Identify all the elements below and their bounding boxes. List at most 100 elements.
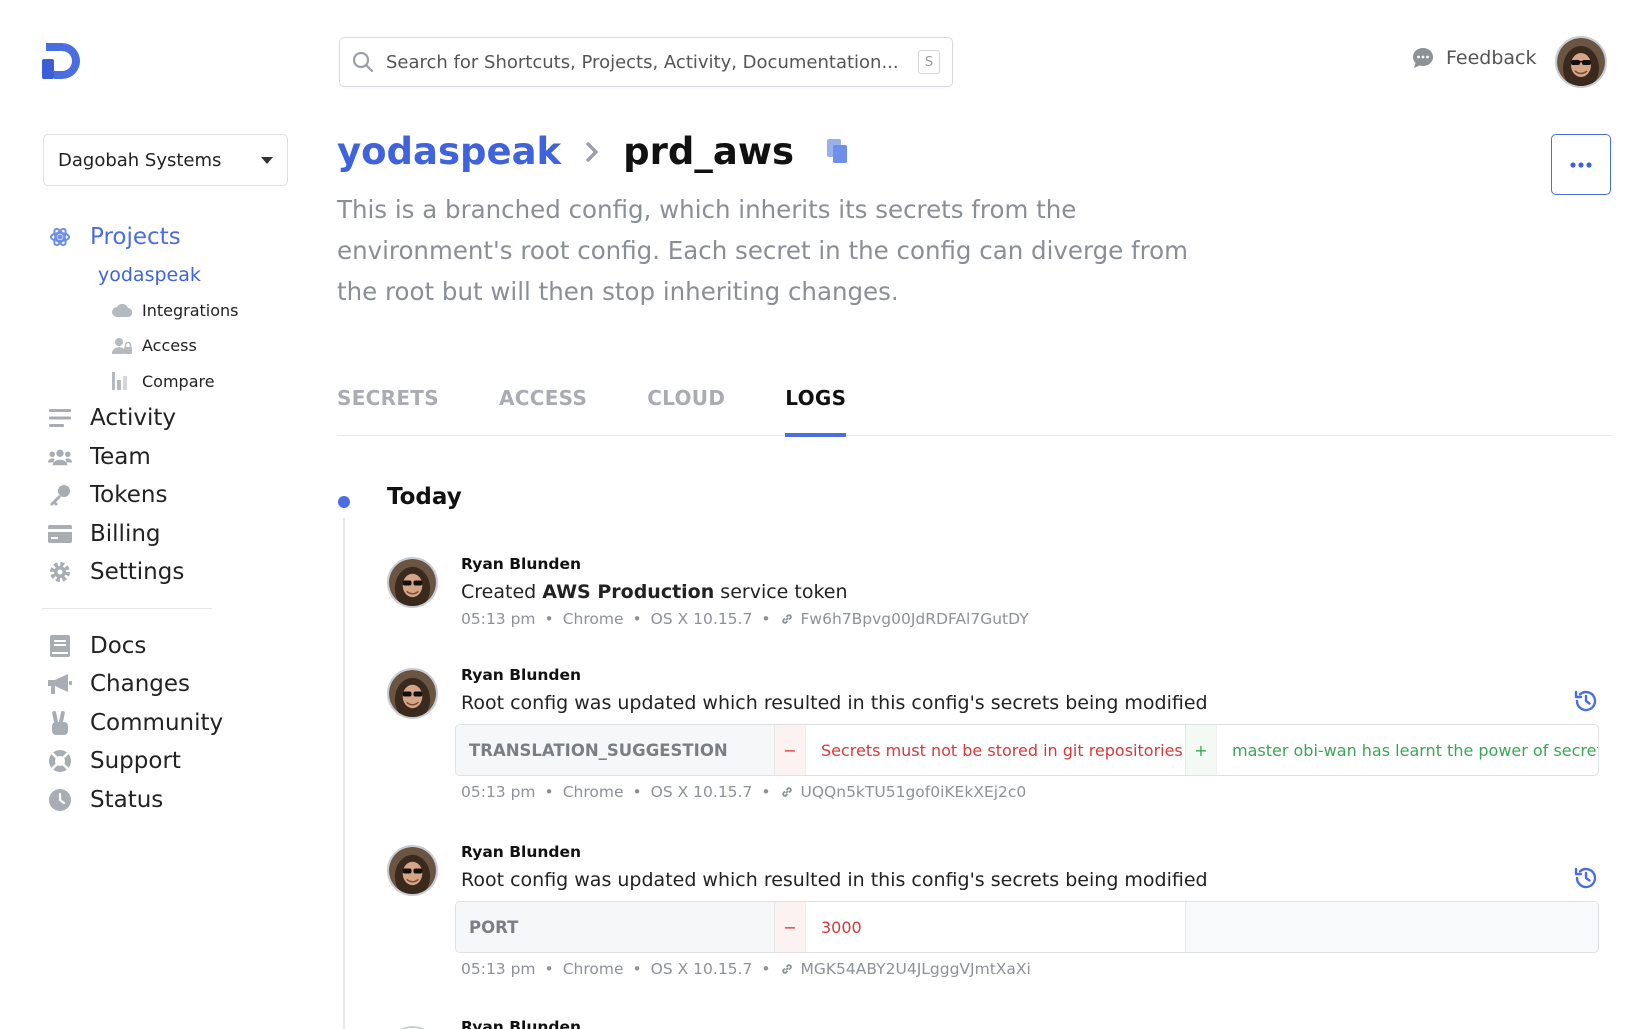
sidebar-item-label: Settings [90,559,185,586]
log-entry: Ryan Blunden Created AWS Production serv… [387,555,1611,635]
sidebar-item-status[interactable]: Status [48,781,308,820]
cloud-icon [112,301,132,319]
user-avatar[interactable] [1555,36,1607,88]
old-value: 3000 [806,902,1186,952]
avatar [387,845,438,896]
workplace-select[interactable]: Dagobah Systems [43,134,288,186]
log-os: OS X 10.15.7 [650,610,753,628]
sidebar-item-label: Changes [90,671,191,698]
global-search[interactable]: Search for Shortcuts, Projects, Activity… [339,37,953,87]
clock-icon [48,788,72,812]
log-browser: Chrome [562,960,624,978]
feedback-label: Feedback [1446,47,1537,69]
ellipsis-icon [1570,161,1592,168]
breadcrumb: yodaspeak prd_aws [337,130,849,173]
sidebar-subitem-access[interactable]: Access [112,328,308,364]
sidebar-subitem-label: Access [142,336,197,356]
added-sign: + [1186,725,1217,775]
config-tabs: SECRETS ACCESS CLOUD LOGS [337,380,1611,437]
sidebar-item-team[interactable]: Team [48,438,308,477]
log-time: 05:13 pm [461,960,536,978]
log-entry: Ryan Blunden Root config was updated whi… [387,666,1611,816]
log-browser: Chrome [562,610,624,628]
credit-card-icon [48,522,72,546]
log-author: Ryan Blunden [461,843,582,861]
avatar [387,668,438,719]
log-browser: Chrome [562,783,624,801]
sidebar-item-label: Docs [90,632,147,659]
sidebar-item-changes[interactable]: Changes [48,665,308,704]
log-meta: 05:13 pm • Chrome • OS X 10.15.7 • UQQn5kTU… [461,780,1611,804]
tab-logs[interactable]: LOGS [785,380,847,437]
sidebar-item-docs[interactable]: Docs [48,627,308,666]
chat-bubble-icon [1413,48,1433,68]
log-meta: 05:13 pm • Chrome • OS X 10.15.7 • MGK54ABY… [461,957,1611,981]
sidebar-divider [42,607,212,609]
log-message-token-name: AWS Production [542,581,715,603]
breadcrumb-project-link[interactable]: yodaspeak [337,130,561,173]
sidebar-item-label: Support [90,748,181,775]
sidebar-item-settings[interactable]: Settings [48,553,308,592]
new-value: master obi-wan has learnt the power of s… [1232,740,1598,760]
sidebar-item-activity[interactable]: Activity [48,399,308,438]
lifebuoy-icon [48,749,72,773]
list-icon [48,406,72,430]
secret-name: PORT [456,902,775,952]
user-lock-icon [112,337,132,355]
removed-sign: − [775,902,806,952]
timeline-line [343,518,345,1029]
log-time: 05:13 pm [461,783,536,801]
log-message-suffix: service token [714,581,848,603]
feedback-button[interactable]: Feedback [1412,47,1536,69]
history-icon[interactable] [1573,865,1599,891]
sidebar-item-community[interactable]: Community [48,704,308,743]
log-author: Ryan Blunden [461,1020,582,1029]
sidebar-item-label: Tokens [90,482,168,509]
link-icon [781,614,792,624]
gear-icon [48,560,72,584]
doppler-logo[interactable] [42,43,80,79]
tab-cloud[interactable]: CLOUD [647,380,725,436]
sidebar-item-label: Projects [90,224,181,251]
old-value: Secrets must not be stored in git reposi… [806,725,1186,775]
config-description: This is a branched config, which inherit… [337,195,1189,306]
users-icon [48,445,72,469]
log-id-link[interactable]: MGK54ABY2U4JLgggVJmtXaXi [801,957,1031,981]
log-time: 05:13 pm [461,610,536,628]
sidebar-item-label: Status [90,786,164,813]
sidebar-subitem-label: Integrations [142,300,239,320]
copy-icon[interactable] [827,138,849,165]
log-id-link[interactable]: Fw6h7Bpvg00JdRDFAl7GutDY [801,607,1029,631]
chevron-right-icon [586,141,598,162]
sidebar-item-projects[interactable]: Projects [48,218,308,257]
secret-diff: TRANSLATION_SUGGESTION − Secrets must no… [455,724,1599,776]
tab-access[interactable]: ACCESS [499,380,587,436]
more-options-button[interactable] [1551,134,1611,195]
removed-sign: − [775,725,806,775]
sidebar-item-label: Billing [90,520,161,547]
history-icon[interactable] [1573,688,1599,714]
sidebar-subitem-compare[interactable]: Compare [112,364,308,400]
atom-icon [48,225,72,249]
log-message: Root config was updated which resulted i… [461,692,1208,714]
timeline-dot [338,496,350,508]
sidebar-subitem-integrations[interactable]: Integrations [112,293,308,329]
sidebar-project-yodaspeak[interactable]: yodaspeak [98,257,308,293]
book-icon [48,634,72,658]
log-author: Ryan Blunden [461,666,582,684]
sidebar-item-label: Team [90,443,151,470]
link-icon [781,964,792,974]
empty-new-value [1186,902,1598,952]
sidebar-subitem-label: Compare [142,371,215,391]
avatar [387,557,438,608]
search-icon [352,51,374,73]
search-input[interactable]: Search for Shortcuts, Projects, Activity… [386,52,918,73]
sidebar-item-support[interactable]: Support [48,742,308,781]
log-id-link[interactable]: UQQn5kTU51gof0iKEkXEj2c0 [801,780,1027,804]
tab-secrets[interactable]: SECRETS [337,380,439,436]
sidebar-nav: Projects yodaspeak Integrations Access C… [42,218,308,820]
log-meta: 05:13 pm • Chrome • OS X 10.15.7 • Fw6h7Bpv… [461,607,1611,631]
sidebar-item-tokens[interactable]: Tokens [48,476,308,515]
key-icon [48,483,72,507]
sidebar-item-billing[interactable]: Billing [48,515,308,554]
